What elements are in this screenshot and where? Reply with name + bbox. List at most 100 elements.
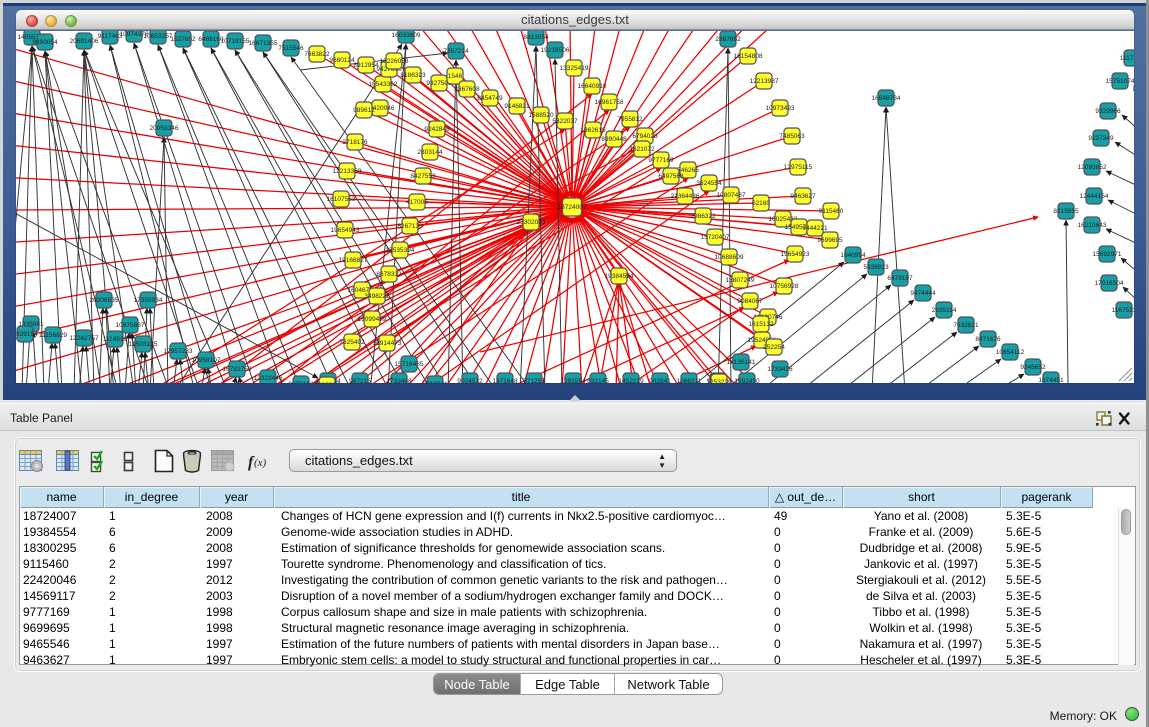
svg-text:16782759: 16782759	[223, 366, 252, 373]
svg-text:19218506: 19218506	[541, 47, 570, 54]
svg-text:12323446: 12323446	[254, 375, 283, 382]
svg-text:16107553: 16107553	[327, 196, 356, 203]
svg-text:20691406: 20691406	[70, 38, 99, 45]
svg-text:12213369: 12213369	[333, 168, 362, 175]
svg-text:9329966: 9329966	[1095, 108, 1121, 115]
svg-text:832145: 832145	[587, 378, 609, 385]
svg-text:10958107: 10958107	[192, 357, 221, 364]
svg-text:2367608: 2367608	[454, 86, 480, 93]
svg-text:17016504: 17016504	[1095, 280, 1124, 287]
svg-text:(x): (x)	[254, 457, 267, 469]
svg-text:9463627: 9463627	[790, 193, 816, 200]
svg-text:1114519: 1114519	[103, 336, 128, 343]
svg-text:9890054: 9890054	[32, 39, 58, 46]
svg-text:9474444: 9474444	[910, 290, 936, 297]
svg-text:20206535: 20206535	[90, 297, 119, 304]
svg-text:16671355: 16671355	[249, 40, 278, 47]
svg-text:8215955: 8215955	[1053, 208, 1079, 215]
svg-text:10975887: 10975887	[116, 322, 145, 329]
svg-text:7632621: 7632621	[953, 322, 979, 329]
svg-text:18724007: 18724007	[558, 204, 587, 211]
svg-text:9115460: 9115460	[819, 208, 844, 215]
svg-text:19654923: 19654923	[781, 251, 810, 258]
svg-text:8186323: 8186323	[400, 72, 426, 79]
svg-text:2718176: 2718176	[342, 139, 368, 146]
svg-text:1733468: 1733468	[386, 378, 412, 385]
svg-text:10653257: 10653257	[144, 33, 173, 40]
svg-text:1362615: 1362615	[580, 127, 606, 134]
svg-text:1074451: 1074451	[1038, 377, 1064, 384]
svg-text:9024512: 9024512	[457, 378, 483, 385]
svg-text:9245652: 9245652	[1020, 364, 1046, 371]
svg-text:16914473: 16914473	[373, 340, 402, 347]
svg-text:17957233: 17957233	[164, 348, 193, 355]
svg-text:1117398: 1117398	[1120, 55, 1145, 62]
svg-text:8471676: 8471676	[975, 336, 1001, 343]
svg-text:12213987: 12213987	[750, 78, 779, 85]
svg-text:1371648: 1371648	[492, 378, 518, 385]
svg-text:16210643: 16210643	[1078, 222, 1107, 229]
svg-text:8454749: 8454749	[477, 95, 503, 102]
svg-text:13325419: 13325419	[560, 65, 589, 72]
svg-text:8319041: 8319041	[422, 381, 448, 388]
svg-text:9242848: 9242848	[424, 126, 450, 133]
svg-text:7357224: 7357224	[443, 48, 469, 55]
svg-text:1621072: 1621072	[629, 146, 655, 153]
svg-text:9676163: 9676163	[288, 381, 314, 388]
svg-text:9084067: 9084067	[737, 298, 763, 305]
svg-text:1282264: 1282264	[314, 382, 340, 389]
svg-text:9444221: 9444221	[802, 225, 828, 232]
svg-text:6879197: 6879197	[887, 275, 913, 282]
svg-text:1588520: 1588520	[528, 112, 554, 119]
svg-text:15692971: 15692971	[1093, 251, 1122, 258]
svg-text:12444154: 12444154	[1080, 193, 1109, 200]
svg-text:9146821: 9146821	[504, 103, 530, 110]
svg-text:10719155: 10719155	[221, 38, 250, 45]
svg-text:8427552: 8427552	[410, 173, 436, 180]
svg-text:17359934: 17359934	[134, 297, 163, 304]
svg-text:16154808: 16154808	[734, 53, 763, 60]
svg-text:16543362: 16543362	[369, 81, 398, 88]
svg-text:1092450: 1092450	[734, 378, 760, 385]
svg-text:987215: 987215	[349, 378, 371, 385]
svg-text:8813054: 8813054	[523, 34, 549, 41]
svg-text:7986322: 7986322	[690, 213, 716, 220]
svg-text:15720407: 15720407	[701, 234, 730, 241]
svg-text:15716485: 15716485	[395, 361, 424, 368]
svg-text:18807249: 18807249	[726, 277, 755, 284]
svg-text:9227349: 9227349	[1088, 135, 1114, 142]
svg-text:1640954: 1640954	[840, 252, 866, 259]
svg-text:10654112: 10654112	[996, 349, 1025, 356]
svg-text:7485063: 7485063	[779, 133, 805, 140]
svg-text:7625402: 7625402	[339, 339, 365, 346]
svg-text:10688609: 10688609	[715, 254, 744, 261]
svg-text:12503135: 12503135	[129, 341, 158, 348]
svg-text:16033809: 16033809	[392, 32, 421, 39]
svg-text:20053346: 20053346	[150, 125, 179, 132]
svg-text:8267130: 8267130	[397, 223, 423, 230]
svg-text:3498222: 3498222	[364, 293, 390, 300]
svg-text:16961758: 16961758	[595, 99, 624, 106]
svg-text:15751074: 15751074	[1106, 78, 1135, 85]
svg-text:9699695: 9699695	[817, 237, 843, 244]
svg-text:1733426: 1733426	[767, 366, 793, 373]
svg-text:7955812: 7955812	[617, 116, 643, 123]
svg-text:14136141: 14136141	[727, 359, 756, 366]
svg-text:2935114: 2935114	[932, 307, 957, 314]
svg-text:1167533: 1167533	[1112, 307, 1137, 314]
svg-text:902841: 902841	[649, 378, 671, 385]
svg-text:417006: 417006	[406, 199, 428, 206]
svg-text:1066311: 1066311	[677, 378, 702, 385]
svg-text:5938923: 5938923	[863, 264, 889, 271]
svg-text:7663822: 7663822	[304, 51, 330, 58]
svg-text:16640910: 16640910	[578, 83, 607, 90]
svg-text:16099489: 16099489	[358, 316, 387, 323]
svg-text:2887682: 2887682	[715, 36, 741, 43]
svg-text:19384554: 19384554	[605, 273, 634, 280]
svg-text:19654943: 19654943	[331, 227, 360, 234]
svg-text:1452219: 1452219	[618, 378, 644, 385]
svg-text:1253221: 1253221	[706, 379, 732, 386]
svg-text:10807487: 10807487	[717, 192, 746, 199]
svg-text:6497568: 6497568	[658, 173, 684, 180]
svg-text:252254: 252254	[763, 344, 785, 351]
